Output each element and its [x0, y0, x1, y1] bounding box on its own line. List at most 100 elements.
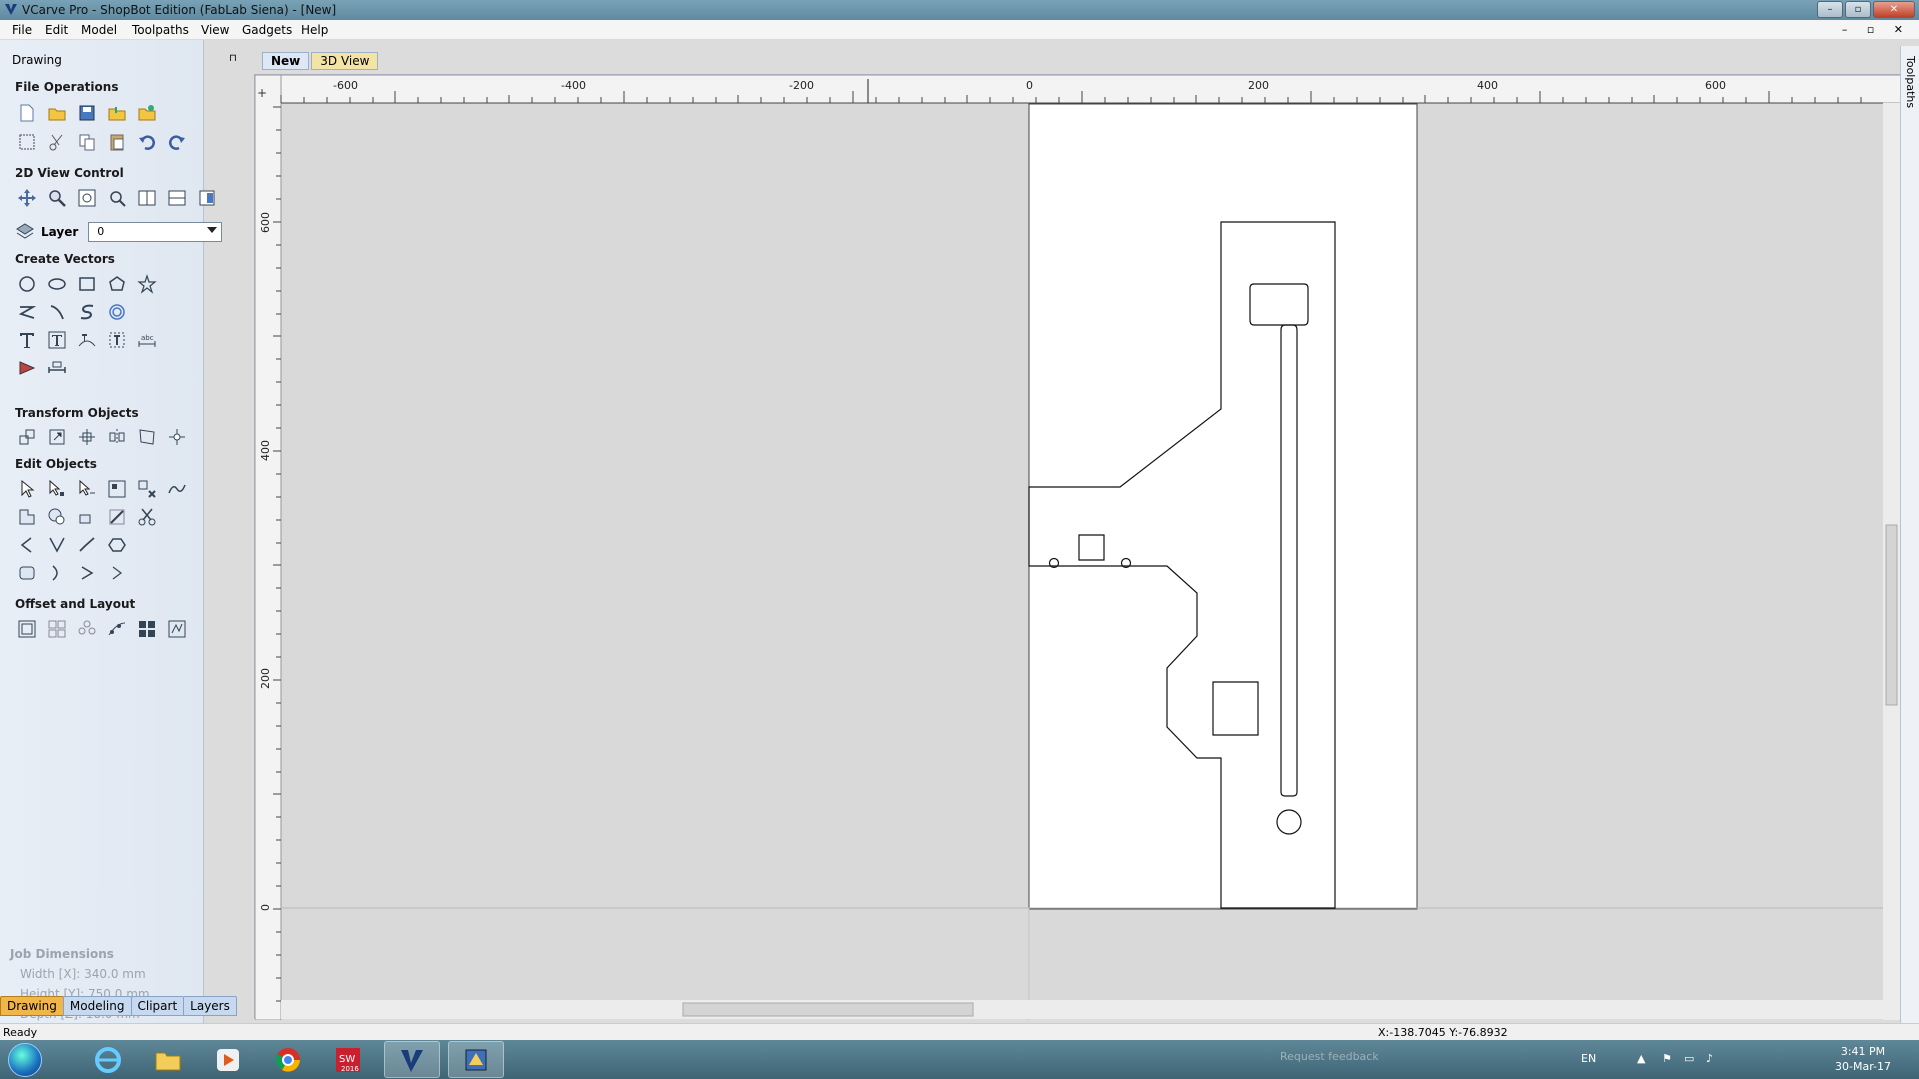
trace-bitmap-icon[interactable] [16, 357, 38, 379]
select-arrow-icon[interactable] [16, 478, 38, 500]
draw-polyline-icon[interactable] [16, 301, 38, 323]
file-explorer-icon[interactable] [140, 1041, 196, 1078]
import-vectors-icon[interactable] [106, 102, 128, 124]
curve-fit-icon[interactable] [16, 562, 38, 584]
toggle-grid-icon[interactable] [166, 187, 188, 209]
draw-polygon-icon[interactable] [106, 273, 128, 295]
draw-ellipse-icon[interactable] [46, 273, 68, 295]
clock[interactable]: 3:41 PM 30-Mar-17 [1835, 1044, 1891, 1074]
menu-file[interactable]: File [12, 23, 32, 37]
new-file-icon[interactable] [16, 102, 38, 124]
menu-help[interactable]: Help [301, 23, 328, 37]
menu-model[interactable]: Model [81, 23, 117, 37]
offset-icon[interactable] [16, 618, 38, 640]
draw-rectangle-icon[interactable] [76, 273, 98, 295]
subtract-icon[interactable] [46, 506, 68, 528]
import-bitmap-icon[interactable] [136, 102, 158, 124]
auto-layout-text-icon[interactable] [46, 329, 68, 351]
tab-layers[interactable]: Layers [183, 996, 237, 1016]
layer-select[interactable]: 0 [88, 222, 223, 242]
nesting-options-icon[interactable] [166, 618, 188, 640]
redo-icon[interactable] [166, 131, 188, 153]
node-edit-icon[interactable] [46, 478, 68, 500]
scale-icon[interactable] [46, 426, 68, 448]
tab-drawing[interactable]: Drawing [0, 996, 64, 1016]
draw-spiral-icon[interactable] [106, 301, 128, 323]
draw-text-icon[interactable] [16, 329, 38, 351]
distort-icon[interactable] [136, 426, 158, 448]
zoom-extents-icon[interactable] [76, 187, 98, 209]
zoom-selection-icon[interactable] [106, 187, 128, 209]
tab-3d-view[interactable]: 3D View [311, 52, 379, 70]
text-on-curve-icon[interactable] [76, 329, 98, 351]
copy-icon[interactable] [76, 131, 98, 153]
close-button[interactable]: ✕ [1873, 1, 1915, 18]
paste-icon[interactable] [106, 131, 128, 153]
copy-along-vector-icon[interactable] [106, 618, 128, 640]
cut-icon[interactable] [46, 131, 68, 153]
canvas[interactable]: -600 -400 -200 0 200 400 600 600 400 200… [255, 75, 1901, 1020]
fillet-icon[interactable] [16, 534, 38, 556]
solidworks-icon[interactable]: SW 2016 [320, 1041, 376, 1078]
draw-circle-icon[interactable] [16, 273, 38, 295]
join-vectors-icon[interactable] [166, 478, 188, 500]
language-indicator[interactable]: EN [1581, 1052, 1596, 1065]
network-icon[interactable]: ▭ [1684, 1052, 1694, 1065]
draw-curve-icon[interactable] [76, 301, 98, 323]
save-icon[interactable] [76, 102, 98, 124]
zoom-icon[interactable] [46, 187, 68, 209]
menu-view[interactable]: View [201, 23, 229, 37]
internet-explorer-icon[interactable] [80, 1041, 136, 1078]
start-button[interactable] [8, 1043, 42, 1077]
scissors-icon[interactable] [136, 506, 158, 528]
menu-gadgets[interactable]: Gadgets [242, 23, 292, 37]
vertical-scroll-thumb[interactable] [1885, 524, 1898, 706]
menu-toolpaths[interactable]: Toolpaths [132, 23, 189, 37]
circular-array-icon[interactable] [76, 618, 98, 640]
interactive-transform-icon[interactable] [76, 478, 98, 500]
group-icon[interactable] [106, 478, 128, 500]
vcarve-project-icon[interactable] [448, 1041, 504, 1078]
ungroup-icon[interactable] [136, 478, 158, 500]
menu-edit[interactable]: Edit [45, 23, 68, 37]
smooth-icon[interactable] [46, 562, 68, 584]
volume-icon[interactable]: ♪ [1706, 1052, 1713, 1065]
pan-view-icon[interactable] [16, 187, 38, 209]
draw-arc-icon[interactable] [46, 301, 68, 323]
pin-icon[interactable]: ⊓ [229, 53, 237, 64]
close-vector-icon[interactable] [106, 534, 128, 556]
array-icon[interactable] [46, 618, 68, 640]
mdi-window-controls[interactable]: – ▫ ✕ [1842, 23, 1911, 36]
vcarve-taskbar-icon[interactable] [384, 1041, 440, 1078]
trim-icon[interactable] [106, 506, 128, 528]
set-origin-icon[interactable] [166, 426, 188, 448]
show-hidden-icons[interactable]: ▲ [1637, 1052, 1645, 1065]
adjust-spacing-icon[interactable] [106, 329, 128, 351]
tab-clipart[interactable]: Clipart [130, 996, 185, 1016]
chamfer-icon[interactable] [46, 534, 68, 556]
draw-star-icon[interactable] [136, 273, 158, 295]
horizontal-scrollbar[interactable] [281, 1000, 1883, 1019]
maximize-button[interactable]: ▫ [1845, 1, 1871, 18]
view-3d-icon[interactable] [196, 187, 218, 209]
dimensions-icon[interactable]: abc [136, 329, 158, 351]
tab-new[interactable]: New [262, 52, 310, 70]
select-all-icon[interactable] [16, 131, 38, 153]
horizontal-scroll-thumb[interactable] [682, 1002, 974, 1017]
toggle-split-icon[interactable] [136, 187, 158, 209]
chrome-icon[interactable] [260, 1041, 316, 1078]
split-icon[interactable] [106, 562, 128, 584]
measure-icon[interactable] [46, 357, 68, 379]
move-icon[interactable] [16, 426, 38, 448]
open-file-icon[interactable] [46, 102, 68, 124]
intersect-icon[interactable] [76, 506, 98, 528]
minimize-button[interactable]: – [1817, 1, 1843, 18]
nesting-icon[interactable] [136, 618, 158, 640]
mirror-icon[interactable] [106, 426, 128, 448]
action-center-flag-icon[interactable]: ⚑ [1662, 1052, 1672, 1065]
flatten-icon[interactable] [76, 562, 98, 584]
toolpaths-panel-tab[interactable]: Toolpaths [1900, 46, 1919, 1026]
drawing-viewport[interactable]: -600 -400 -200 0 200 400 600 600 400 200… [254, 74, 1901, 1020]
undo-icon[interactable] [136, 131, 158, 153]
weld-icon[interactable] [16, 506, 38, 528]
